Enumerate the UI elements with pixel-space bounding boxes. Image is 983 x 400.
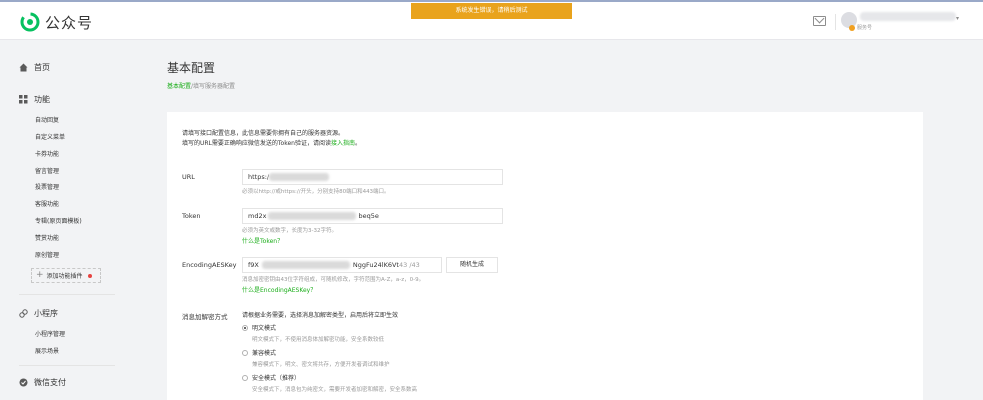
account-name-redacted[interactable] <box>860 12 956 21</box>
url-redacted <box>269 173 330 181</box>
token-label: Token <box>182 212 201 220</box>
sidebar-group-wechat-pay[interactable]: 微信支付 <box>19 377 66 388</box>
aes-key-input[interactable]: f9X NggFu24lK6Vt43 /43 <box>242 257 442 273</box>
token-input[interactable]: md2x beq5e <box>242 208 503 224</box>
intro-line-2-end: 。 <box>355 140 362 147</box>
encryption-mode-label: 消息加解密方式 <box>182 313 228 321</box>
new-badge-dot <box>87 273 92 278</box>
aes-char-count: 43 /43 <box>398 261 420 269</box>
mode-compatible-option[interactable]: 兼容模式 <box>242 348 276 357</box>
radio-icon[interactable] <box>242 349 248 356</box>
sidebar-group-label: 功能 <box>34 95 50 104</box>
mode-label: 兼容模式 <box>252 350 277 357</box>
aes-value-end: NggFu24lK6Vt <box>352 261 399 269</box>
random-generate-button[interactable]: 随机生成 <box>446 257 498 273</box>
pay-icon <box>19 378 28 387</box>
config-panel: 请填写接口配置信息，此信息需要你拥有自己的服务器资源。 填写的URL需要正确响应… <box>167 112 923 400</box>
sidebar-item-reward[interactable]: 赞赏功能 <box>35 233 59 242</box>
sidebar-item-customer-service[interactable]: 客服功能 <box>35 199 59 208</box>
page-title: 基本配置 <box>167 61 216 75</box>
mode-plaintext-option[interactable]: 明文模式 <box>242 323 276 332</box>
url-hint: 必须以http://或https://开头，分别支持80端口和443端口。 <box>242 189 390 195</box>
app-name: 公众号 <box>45 13 94 32</box>
sidebar-item-album[interactable]: 专辑(原页面模板) <box>35 216 82 225</box>
top-bar: 公众号 系统发生错误，请稍后测试 服务号 ▾ <box>0 0 983 40</box>
sidebar-item-vote[interactable]: 投票管理 <box>35 182 59 191</box>
grid-icon <box>19 95 28 104</box>
add-plugin-button[interactable]: + 添加功能插件 <box>31 268 101 283</box>
sidebar-group-miniprogram[interactable]: 小程序 <box>19 308 58 319</box>
link-icon <box>19 309 28 318</box>
plus-icon: + <box>36 270 44 280</box>
intro-line-2-text: 填写的URL需要正确响应微信发送的Token验证，请阅读 <box>182 140 331 147</box>
chevron-down-icon[interactable]: ▾ <box>956 15 959 22</box>
intro-text: 请填写接口配置信息，此信息需要你拥有自己的服务器资源。 填写的URL需要正确响应… <box>182 129 361 149</box>
sidebar-item-label: 首页 <box>34 63 50 72</box>
sidebar-group-label: 小程序 <box>34 309 58 318</box>
breadcrumb: 基本配置/填写服务器配置 <box>167 81 235 90</box>
logo-icon <box>20 12 40 32</box>
header-divider <box>835 14 836 30</box>
mode-description: 明文模式下，不使用消息体加解密功能，安全系数较低 <box>252 337 385 343</box>
sidebar-item-card[interactable]: 卡券功能 <box>35 149 59 158</box>
sidebar-item-original[interactable]: 原创管理 <box>35 250 59 259</box>
url-input[interactable]: https:/ <box>242 169 503 185</box>
sidebar-item-display-scene[interactable]: 展示场景 <box>35 346 59 355</box>
sidebar-item-miniprogram-manage[interactable]: 小程序管理 <box>35 329 65 338</box>
access-guide-link[interactable]: 接入指南 <box>331 140 355 147</box>
breadcrumb-link[interactable]: 基本配置 <box>167 83 191 90</box>
token-hint: 必须为英文或数字，长度为3-32字符。 <box>242 228 337 234</box>
sidebar-group-label: 微信支付 <box>34 378 66 387</box>
token-redacted <box>268 212 357 220</box>
aes-redacted <box>261 261 350 269</box>
url-value: https:/ <box>248 173 270 181</box>
sidebar-item-home[interactable]: 首页 <box>19 62 50 73</box>
what-is-token-link[interactable]: 什么是Token？ <box>242 236 283 245</box>
radio-selected-icon[interactable] <box>242 324 248 331</box>
intro-line-2: 填写的URL需要正确响应微信发送的Token验证，请阅读接入指南。 <box>182 139 361 149</box>
account-type-icon <box>849 24 855 31</box>
encryption-mode-hint: 请根据业务需要，选择消息加解密类型，启用后将立即生效 <box>242 312 399 319</box>
what-is-aes-key-link[interactable]: 什么是EncodingAESKey？ <box>242 285 316 294</box>
account-type-label: 服务号 <box>857 25 873 31</box>
logo[interactable]: 公众号 <box>20 11 93 33</box>
url-label: URL <box>182 173 195 181</box>
sidebar-divider <box>19 294 115 295</box>
mode-label: 明文模式 <box>252 325 277 332</box>
breadcrumb-current: 填写服务器配置 <box>193 83 236 90</box>
token-value-start: md2x <box>248 212 267 220</box>
aes-key-hint: 消息加密密钥由43位字符组成，可随机修改，字符范围为A-Z，a-z，0-9。 <box>242 277 425 283</box>
aes-value-start: f9X <box>248 261 259 269</box>
radio-icon[interactable] <box>242 374 248 381</box>
account-type: 服务号 <box>849 24 872 31</box>
sidebar: 首页 功能 自动回复 自定义菜单 卡券功能 留言管理 投票管理 客服功能 专辑(… <box>0 40 120 400</box>
mode-description: 安全模式下，消息包为纯密文，需要开发者加密和解密，安全系数高 <box>252 387 418 393</box>
home-icon <box>19 63 28 72</box>
mode-description: 兼容模式下，明文、密文将共存，方便开发者调试和维护 <box>252 362 390 368</box>
mode-secure-option[interactable]: 安全模式（推荐） <box>242 373 300 382</box>
intro-line-1: 请填写接口配置信息，此信息需要你拥有自己的服务器资源。 <box>182 130 345 137</box>
sidebar-item-auto-reply[interactable]: 自动回复 <box>35 115 59 124</box>
add-plugin-label: 添加功能插件 <box>46 273 83 280</box>
sidebar-item-custom-menu[interactable]: 自定义菜单 <box>35 132 65 141</box>
mail-icon[interactable] <box>813 16 826 26</box>
aes-key-label: EncodingAESKey <box>182 261 237 269</box>
error-banner: 系统发生错误，请稍后测试 <box>411 3 572 19</box>
mode-label: 安全模式（推荐） <box>252 375 301 382</box>
sidebar-divider <box>19 365 115 366</box>
token-value-end: beq5e <box>358 212 379 220</box>
sidebar-group-features[interactable]: 功能 <box>19 94 50 105</box>
sidebar-item-comments[interactable]: 留言管理 <box>35 166 59 175</box>
